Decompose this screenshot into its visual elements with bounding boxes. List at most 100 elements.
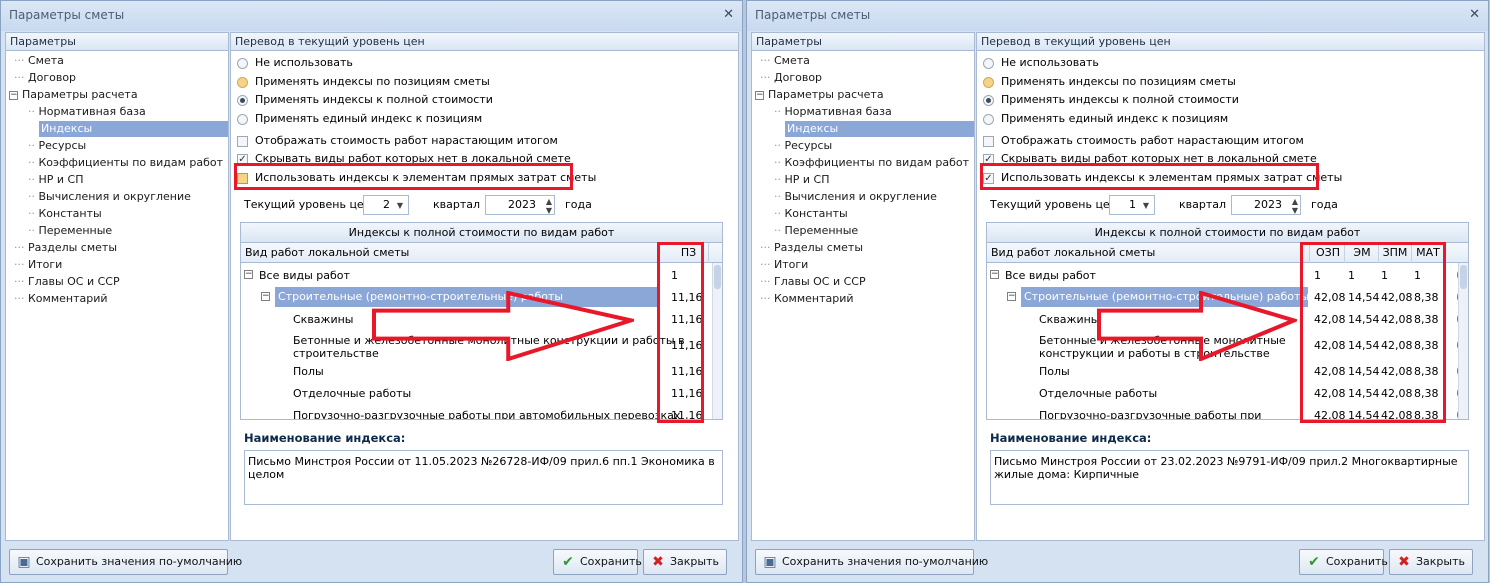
tree-item-comment[interactable]: ··· Комментарий (760, 291, 854, 307)
tree-item-dogovor[interactable]: ··· Договор (760, 70, 822, 86)
tree-item-chapters[interactable]: ··· Главы ОС и ССР (760, 274, 866, 290)
index-value[interactable]: 42,08 (1314, 361, 1346, 383)
option-single[interactable]: Применять единый индекс к позициям (237, 110, 482, 127)
index-value[interactable]: 42,08 (1314, 287, 1346, 309)
spin-up-icon[interactable]: ▲ (1292, 197, 1298, 206)
option-hide-missing[interactable]: ✓ Скрывать виды работ которых нет в локал… (237, 150, 571, 167)
chevron-down-icon[interactable]: ▼ (1143, 201, 1149, 210)
collapse-icon[interactable]: − (755, 90, 764, 100)
table-row[interactable]: Погрузочно-разгрузочные работы при 42,08 1… (987, 405, 1468, 419)
index-value[interactable]: 8,38 (1414, 287, 1439, 309)
chevron-down-icon[interactable]: ▼ (397, 201, 403, 210)
option-single[interactable]: Применять единый индекс к позициям (983, 110, 1228, 127)
spin-down-icon[interactable]: ▼ (1292, 206, 1298, 215)
index-value[interactable]: 14,54 (1348, 287, 1380, 309)
grid-col-header[interactable]: ЗПМ (1379, 243, 1412, 263)
tree-item-nr-sp[interactable]: ·· НР и СП (774, 172, 830, 188)
radio-single[interactable] (237, 113, 248, 125)
index-value[interactable]: 42,08 (1381, 361, 1413, 383)
checkbox-direct[interactable]: ✓ (983, 172, 994, 184)
index-value[interactable]: 8,38 (1414, 405, 1439, 419)
radio-not-use[interactable] (237, 57, 248, 69)
table-row[interactable]: Отделочные работы 42,08 14,54 42,08 8,38 (987, 383, 1468, 405)
index-value[interactable]: 42,08 (1381, 287, 1413, 309)
tree-item-vars[interactable]: ·· Переменные (774, 223, 858, 239)
save-button[interactable]: ✔ Сохранить (553, 549, 642, 575)
option-hide-missing[interactable]: ✓ Скрывать виды работ которых нет в локал… (983, 150, 1317, 167)
table-row[interactable]: − Все виды работ 1 1 1 1 (987, 265, 1468, 287)
radio-by-position[interactable] (983, 76, 994, 88)
option-cumulative[interactable]: Отображать стоимость работ нарастающим и… (237, 132, 558, 149)
table-row[interactable]: Полы 42,08 14,54 42,08 8,38 (987, 361, 1468, 383)
grid-scrollbar[interactable] (712, 263, 722, 419)
year-spinner[interactable]: 2023 ▲ ▼ (1231, 195, 1301, 215)
collapse-icon[interactable]: − (990, 270, 999, 279)
option-by-position[interactable]: Применять индексы по позициям сметы (983, 73, 1236, 90)
checkbox-cumulative[interactable] (983, 135, 994, 147)
index-value[interactable]: 1 (1381, 265, 1388, 287)
option-not-use[interactable]: Не использовать (237, 54, 353, 71)
collapse-icon[interactable]: − (244, 270, 253, 279)
grid-col-header[interactable]: МАТ (1412, 243, 1445, 263)
scroll-thumb[interactable] (714, 265, 721, 289)
index-value[interactable]: 8,38 (1414, 331, 1439, 361)
tree-item-totals[interactable]: ··· Итоги (14, 257, 62, 273)
checkbox-cumulative[interactable] (237, 135, 248, 147)
index-value[interactable]: 1 (1314, 265, 1321, 287)
checkbox-hide-missing[interactable]: ✓ (983, 153, 994, 165)
tree-item-const[interactable]: ·· Константы (28, 206, 102, 222)
index-value[interactable]: 8,38 (1414, 383, 1439, 405)
option-full-cost[interactable]: Применять индексы к полной стоимости (983, 91, 1239, 108)
tree-item-const[interactable]: ·· Константы (774, 206, 848, 222)
tree-item-coeffs[interactable]: ·· Коэффициенты по видам работ (774, 155, 969, 171)
index-value[interactable]: 11,16 (671, 287, 703, 309)
tree-item-params[interactable]: − Параметры расчета (9, 87, 138, 103)
tree-item-calc[interactable]: ·· Вычисления и округление (28, 189, 191, 205)
index-value[interactable]: 11,16 (671, 309, 703, 331)
radio-single[interactable] (983, 113, 994, 125)
tree-item-resources[interactable]: ·· Ресурсы (28, 138, 86, 154)
save-default-button[interactable]: ▣ Сохранить значения по-умолчанию (9, 549, 242, 575)
grid-col-header[interactable]: ОЗП (1312, 243, 1345, 263)
option-by-position[interactable]: Применять индексы по позициям сметы (237, 73, 490, 90)
quarter-dropdown[interactable]: 1 ▼ (1109, 195, 1155, 215)
index-value[interactable]: 11,16 (671, 405, 703, 419)
tree-item-vars[interactable]: ·· Переменные (28, 223, 112, 239)
index-value[interactable]: 1 (671, 265, 678, 287)
table-row[interactable]: Полы 11,16 (241, 361, 722, 383)
radio-not-use[interactable] (983, 57, 994, 69)
tree-item-coeffs[interactable]: ·· Коэффициенты по видам работ (28, 155, 223, 171)
table-row[interactable]: Отделочные работы 11,16 (241, 383, 722, 405)
tree-item-comment[interactable]: ··· Комментарий (14, 291, 108, 307)
tree-item-resources[interactable]: ·· Ресурсы (774, 138, 832, 154)
tree-item-sections[interactable]: ··· Разделы сметы (760, 240, 863, 256)
tree-item-smeta[interactable]: ··· Смета (14, 53, 64, 69)
table-row[interactable]: Бетонные и железобетонные монолитные конс… (987, 331, 1468, 361)
quarter-dropdown[interactable]: 2 ▼ (363, 195, 409, 215)
index-value[interactable]: 11,16 (671, 383, 703, 405)
index-value[interactable]: 1 (1348, 265, 1355, 287)
index-value[interactable]: 42,08 (1314, 383, 1346, 405)
close-icon[interactable]: ✕ (1469, 7, 1480, 22)
checkbox-hide-missing[interactable]: ✓ (237, 153, 248, 165)
table-row[interactable]: − Строительные (ремонтно-строительные) ра… (987, 287, 1468, 309)
index-value[interactable]: 42,08 (1314, 405, 1346, 419)
save-default-button[interactable]: ▣ Сохранить значения по-умолчанию (755, 549, 988, 575)
scroll-thumb[interactable] (1460, 265, 1467, 289)
tree-item-nr-sp[interactable]: ·· НР и СП (28, 172, 84, 188)
option-direct[interactable]: Использовать индексы к элементам прямых … (237, 169, 596, 186)
index-value[interactable]: 42,08 (1314, 331, 1346, 361)
option-cumulative[interactable]: Отображать стоимость работ нарастающим и… (983, 132, 1304, 149)
radio-full-cost[interactable] (237, 94, 248, 106)
index-value[interactable]: 11,16 (671, 331, 703, 361)
dialog-titlebar[interactable]: Параметры сметы ✕ (747, 1, 1488, 31)
tree-item-params[interactable]: − Параметры расчета (755, 87, 884, 103)
spin-up-icon[interactable]: ▲ (546, 197, 552, 206)
tree-item-indexes[interactable]: Индексы (39, 121, 228, 137)
close-button[interactable]: ✖ Закрыть (1389, 549, 1473, 575)
collapse-icon[interactable]: − (261, 292, 270, 301)
grid-col-header[interactable]: ПЗ (669, 243, 709, 263)
tree-item-chapters[interactable]: ··· Главы ОС и ССР (14, 274, 120, 290)
index-value[interactable]: 42,08 (1381, 383, 1413, 405)
index-value[interactable]: 14,54 (1348, 331, 1380, 361)
